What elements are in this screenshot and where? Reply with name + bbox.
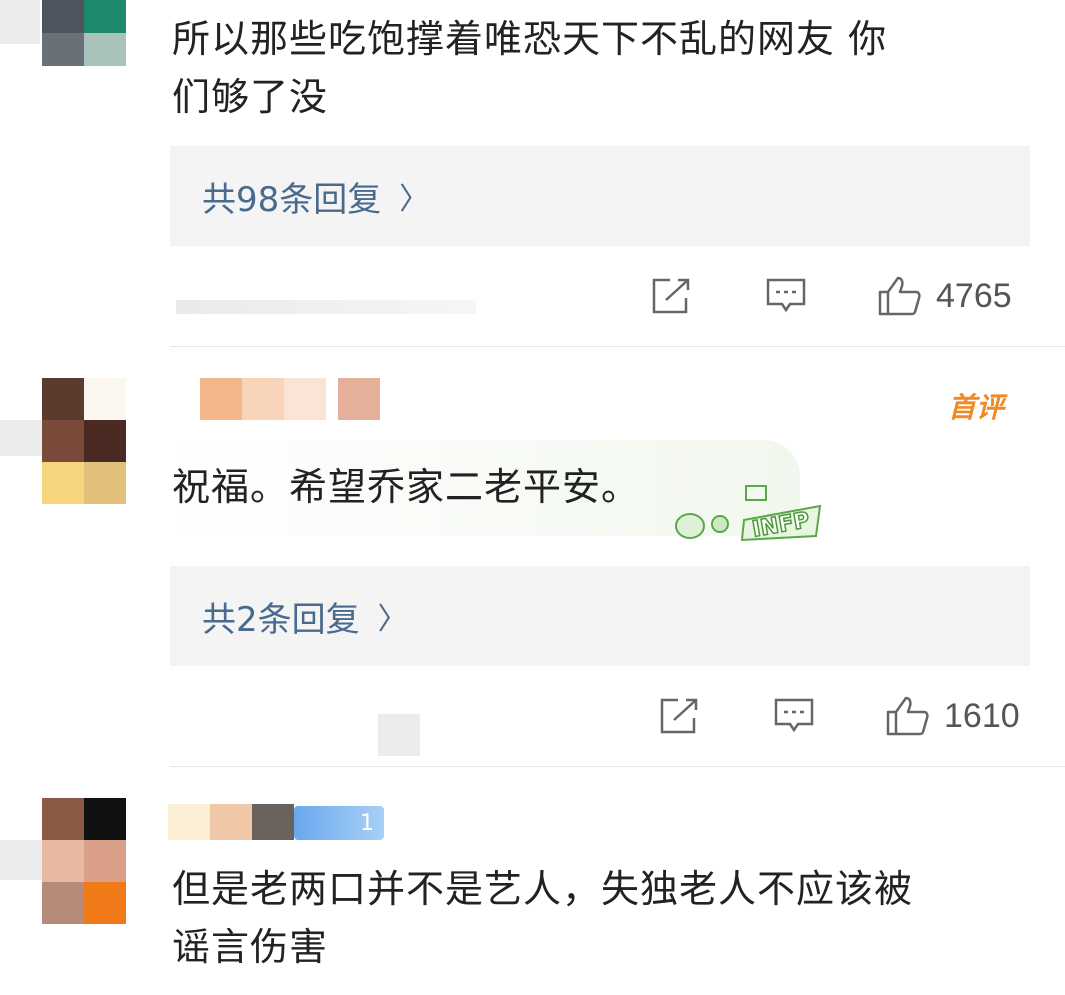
sticker-icon: INFP — [675, 485, 822, 543]
infp-sticker: INFP — [660, 480, 830, 546]
username-blurred[interactable] — [200, 378, 380, 420]
comment-text-cont: 们够了没 — [172, 75, 329, 119]
timestamp-blurred — [378, 714, 420, 756]
like-button[interactable]: 1610 — [884, 694, 1020, 738]
comment-icon — [774, 698, 814, 733]
avatar-shadow — [0, 0, 40, 44]
first-comment-badge: 首评 — [948, 391, 1005, 424]
like-count: 1610 — [944, 696, 1020, 735]
comment-button[interactable] — [772, 696, 816, 736]
share-button[interactable] — [650, 276, 694, 316]
comment-icon — [766, 278, 806, 313]
view-replies-button[interactable]: 共98条回复 〉 — [170, 146, 1030, 246]
replies-label: 共2条回复 — [202, 599, 360, 640]
divider — [170, 346, 1065, 347]
share-icon — [660, 698, 698, 734]
replies-label: 共98条回复 — [202, 179, 382, 220]
chevron-right-icon: 〉 — [377, 602, 408, 637]
chevron-right-icon: 〉 — [399, 182, 430, 217]
avatar[interactable] — [42, 798, 126, 924]
thumbs-up-icon — [886, 696, 929, 736]
like-button[interactable]: 4765 — [876, 274, 1012, 318]
avatar[interactable] — [42, 378, 126, 504]
divider — [170, 766, 1065, 767]
avatar-shadow — [0, 420, 42, 456]
share-icon — [652, 278, 690, 314]
view-replies-button[interactable]: 共2条回复 〉 — [170, 566, 1030, 666]
thumbs-up-icon — [878, 276, 921, 316]
timestamp-blurred — [176, 300, 476, 314]
share-button[interactable] — [658, 696, 702, 736]
comment-button[interactable] — [764, 276, 808, 316]
level-badge: 1 — [294, 806, 384, 840]
comment-text-cont: 谣言伤害 — [172, 925, 329, 969]
comment-text: 所以那些吃饱撑着唯恐天下不乱的网友 你 — [172, 17, 888, 61]
username-blurred[interactable] — [168, 804, 294, 840]
avatar[interactable] — [42, 0, 126, 66]
comment-text: 但是老两口并不是艺人，失独老人不应该被 — [172, 867, 914, 911]
like-count: 4765 — [936, 276, 1012, 315]
avatar-shadow — [0, 840, 42, 880]
comment-text: 祝福。希望乔家二老平安。 — [172, 465, 641, 509]
